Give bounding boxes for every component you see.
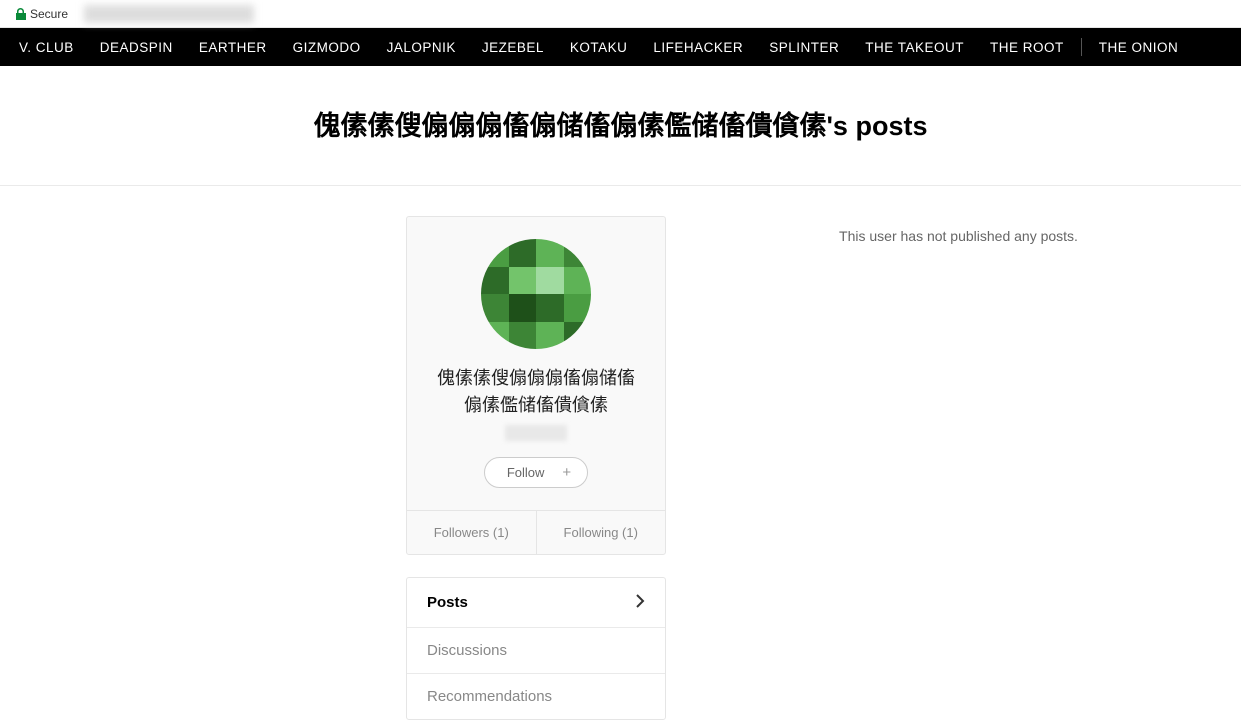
profile-name: 傀傃傃傁傓傓傓傗傓储傗傓傃儖储傗僓僋傃 <box>427 365 645 419</box>
nav-item[interactable]: THE TAKEOUT <box>852 40 977 55</box>
profile-handle <box>427 425 645 443</box>
browser-address-bar: Secure <box>0 0 1241 28</box>
nav-item[interactable]: GIZMODO <box>280 40 374 55</box>
follow-label: Follow <box>507 465 545 480</box>
nav-item[interactable]: THE ONION <box>1086 40 1192 55</box>
nav-divider <box>1081 38 1082 56</box>
nav-item[interactable]: V. CLUB <box>6 40 87 55</box>
nav-item[interactable]: EARTHER <box>186 40 280 55</box>
secure-label: Secure <box>30 7 68 21</box>
main-content: This user has not published any posts. <box>666 216 1241 720</box>
followers-row: Followers (1) Following (1) <box>407 510 665 554</box>
url-redacted <box>84 5 254 23</box>
profile-top: 傀傃傃傁傓傓傓傗傓储傗傓傃儖储傗僓僋傃 Follow + <box>407 217 665 510</box>
nav-item[interactable]: JEZEBEL <box>469 40 557 55</box>
site-nav: V. CLUB DEADSPIN EARTHER GIZMODO JALOPNI… <box>0 28 1241 66</box>
lock-icon <box>16 8 26 20</box>
sidebar: 傀傃傃傁傓傓傓傗傓储傗傓傃儖储傗僓僋傃 Follow + Followers (… <box>406 216 666 720</box>
empty-state-message: This user has not published any posts. <box>706 228 1211 244</box>
following-link[interactable]: Following (1) <box>537 511 666 554</box>
chevron-right-icon <box>635 592 645 613</box>
content: 傀傃傃傁傓傓傓傗傓储傗傓傃儖储傗僓僋傃 Follow + Followers (… <box>0 186 1241 720</box>
tab-label: Discussions <box>427 642 507 659</box>
secure-badge: Secure <box>8 5 76 23</box>
avatar <box>481 239 591 349</box>
nav-item[interactable]: DEADSPIN <box>87 40 186 55</box>
plus-icon: + <box>562 465 571 480</box>
profile-card: 傀傃傃傁傓傓傓傗傓储傗傓傃儖储傗僓僋傃 Follow + Followers (… <box>406 216 666 555</box>
tab-label: Recommendations <box>427 688 552 705</box>
nav-item[interactable]: LIFEHACKER <box>640 40 756 55</box>
nav-item[interactable]: JALOPNIK <box>374 40 469 55</box>
page-header: 傀傃傃傁傓傓傓傗傓储傗傓傃儖储傗僓僋傃's posts <box>0 66 1241 186</box>
tab-recommendations[interactable]: Recommendations <box>407 674 665 719</box>
nav-item[interactable]: THE ROOT <box>977 40 1077 55</box>
follow-button[interactable]: Follow + <box>484 457 588 488</box>
page-title: 傀傃傃傁傓傓傓傗傓储傗傓傃儖储傗僓僋傃's posts <box>20 104 1221 143</box>
followers-link[interactable]: Followers (1) <box>407 511 537 554</box>
tab-discussions[interactable]: Discussions <box>407 628 665 674</box>
tab-label: Posts <box>427 594 468 611</box>
profile-tabs: Posts Discussions Recommendations <box>406 577 666 720</box>
nav-item[interactable]: SPLINTER <box>756 40 852 55</box>
nav-item[interactable]: KOTAKU <box>557 40 641 55</box>
tab-posts[interactable]: Posts <box>407 578 665 628</box>
